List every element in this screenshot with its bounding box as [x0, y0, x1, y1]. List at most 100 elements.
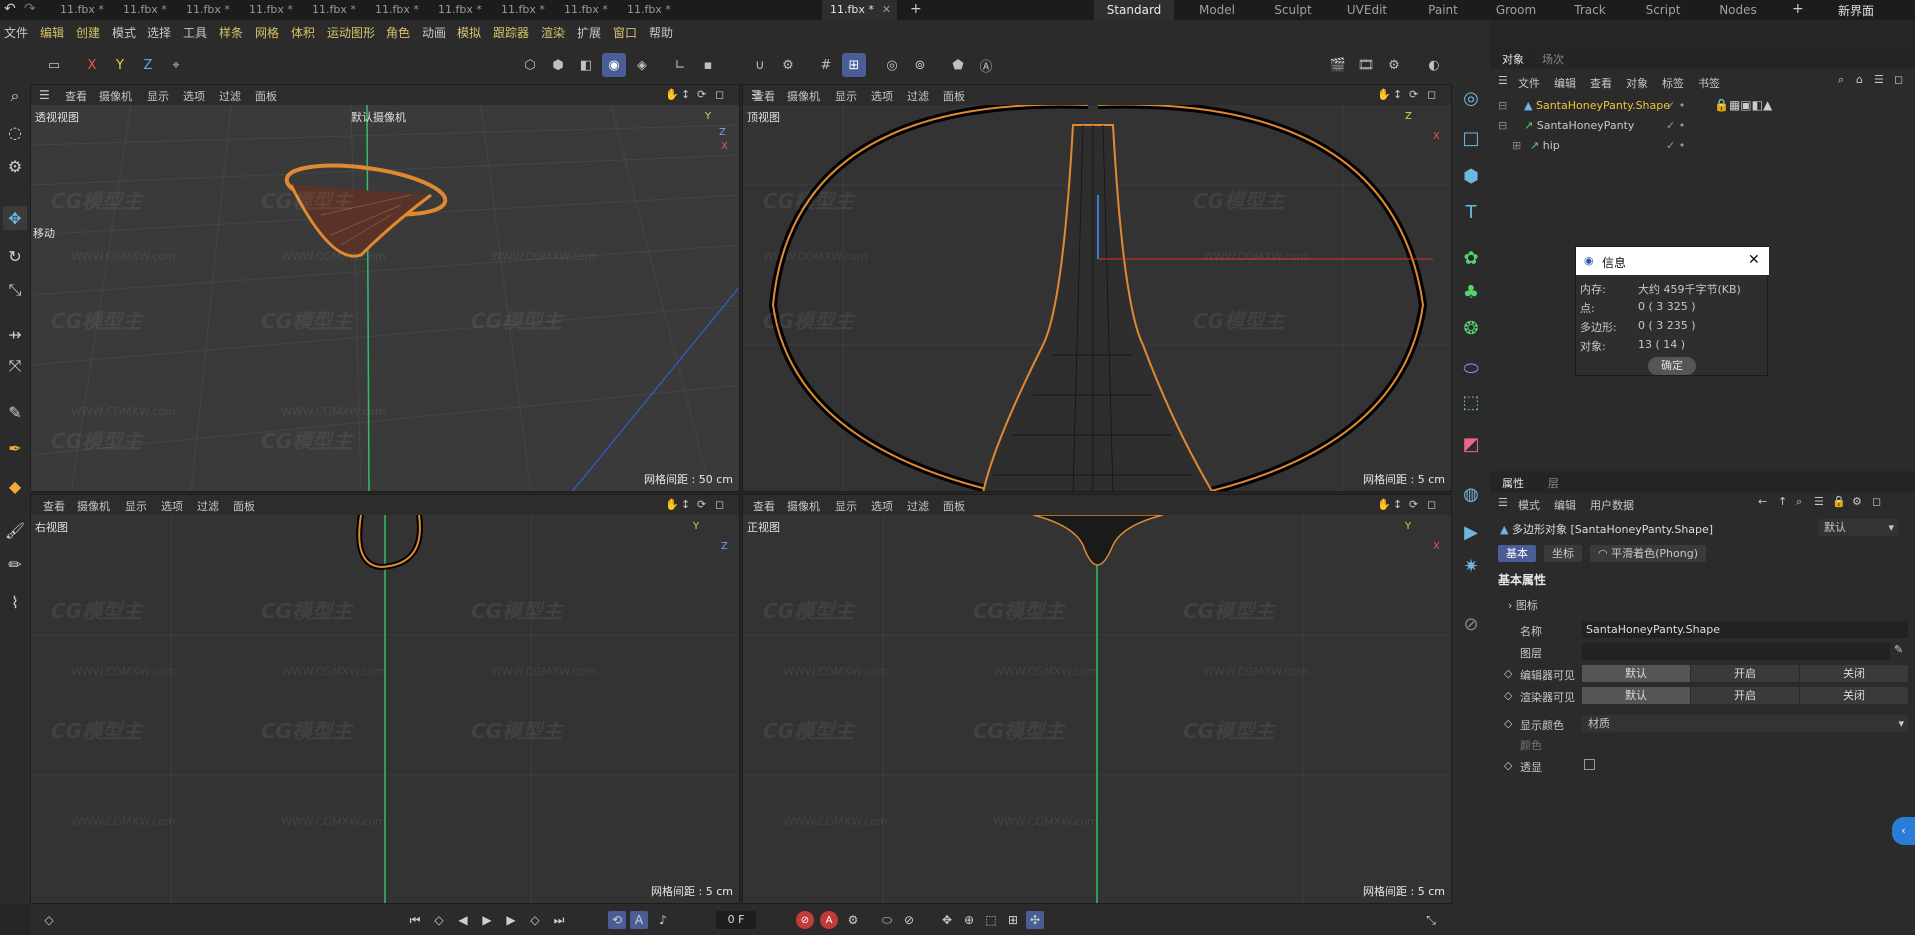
camera-label[interactable]: 默认摄像机 — [351, 109, 406, 125]
tag-icons[interactable]: 🔒▦▣◧▲ — [1714, 98, 1772, 112]
object-tool-icon[interactable]: ⚙ — [3, 154, 27, 178]
file-tab[interactable]: 11.fbx * — [619, 0, 671, 20]
objects-menu-view[interactable]: 查看 — [1590, 75, 1612, 91]
menu-window[interactable]: 窗口 — [613, 20, 637, 47]
paint-brush-icon[interactable]: 🖌 — [3, 518, 27, 542]
tab-attributes[interactable]: 属性 — [1502, 475, 1524, 491]
vp-menu-camera[interactable]: 摄像机 — [99, 88, 132, 104]
menu-mograph[interactable]: 运动图形 — [327, 20, 375, 47]
layout-groom[interactable]: Groom — [1480, 0, 1552, 20]
vp-menu-panel[interactable]: 面板 — [255, 88, 277, 104]
workplane-icon[interactable]: ⊞ — [842, 53, 866, 77]
sculpt-icon[interactable]: ✏ — [3, 552, 27, 576]
render-queue-icon[interactable]: ⚙ — [1382, 53, 1406, 77]
objects-menu-bookmarks[interactable]: 书签 — [1698, 75, 1720, 91]
preset-select[interactable]: 默认 ▾ — [1818, 519, 1898, 536]
menu-file[interactable]: 文件 — [4, 20, 28, 47]
render-settings-icon[interactable]: 🎞 — [1354, 53, 1378, 77]
objects-menu-edit[interactable]: 编辑 — [1554, 75, 1576, 91]
file-tab[interactable]: 11.fbx * — [367, 0, 419, 20]
knife-icon[interactable]: ⌇ — [3, 590, 27, 614]
menu-spline[interactable]: 样条 — [219, 20, 243, 47]
diamond-icon[interactable]: ◇ — [40, 911, 58, 929]
vp-menu-view[interactable]: 查看 — [753, 498, 775, 514]
goto-end-icon[interactable]: ⏭ — [550, 911, 568, 929]
vp-menu-view[interactable]: 查看 — [753, 88, 775, 104]
menu-extensions[interactable]: 扩展 — [577, 20, 601, 47]
tab-takes[interactable]: 场次 — [1542, 51, 1564, 67]
layer-field[interactable] — [1582, 643, 1890, 660]
attr-menu-edit[interactable]: 编辑 — [1554, 497, 1576, 513]
live-selection-icon[interactable]: ◌ — [3, 120, 27, 144]
add-tab-icon[interactable]: + — [910, 1, 922, 17]
polygons-mode-icon[interactable]: ◧ — [574, 53, 598, 77]
render-visible-on[interactable]: 开启 — [1691, 687, 1799, 704]
redshift-icon[interactable]: ◐ — [1422, 53, 1446, 77]
layout-model[interactable]: Model — [1174, 0, 1260, 20]
xray-checkbox[interactable] — [1584, 759, 1595, 770]
vp-menu-options[interactable]: 选项 — [871, 498, 893, 514]
menu-edit[interactable]: 编辑 — [40, 20, 64, 47]
objects-menu-tags[interactable]: 标签 — [1662, 75, 1684, 91]
goto-start-icon[interactable]: ⏮ — [406, 911, 424, 929]
pan-icon[interactable]: ✋ — [665, 88, 679, 101]
rotate-tool-icon[interactable]: ↻ — [3, 244, 27, 268]
pan-icon[interactable]: ✋ — [665, 498, 679, 511]
layout-paint[interactable]: Paint — [1408, 0, 1478, 20]
deformer-icon[interactable]: ⬭ — [1457, 354, 1485, 382]
preview-range-icon[interactable]: A — [630, 911, 648, 929]
cube-icon[interactable]: ⬢ — [1457, 162, 1485, 190]
autokey-icon[interactable]: A — [820, 911, 838, 929]
dolly-icon[interactable]: ↕ — [681, 88, 690, 101]
menu-select[interactable]: 选择 — [147, 20, 171, 47]
field-icon[interactable]: ⬚ — [1457, 388, 1485, 416]
prev-frame-icon[interactable]: ◀ — [454, 911, 472, 929]
hamburger-icon[interactable]: ☰ — [1498, 74, 1508, 87]
tag-icon[interactable]: ⊘ — [1457, 610, 1485, 638]
orbit-icon[interactable]: ⟳ — [1409, 88, 1418, 101]
menu-volume[interactable]: 体积 — [291, 20, 315, 47]
new-interface-button[interactable]: 新界面 — [1838, 2, 1874, 19]
keyframe-icon[interactable]: ◇ — [1504, 759, 1512, 772]
expand-icon[interactable]: ⊟ — [1498, 119, 1507, 132]
spline-rectangle-icon[interactable]: □ — [1457, 124, 1485, 152]
front-viewport[interactable]: 查看 摄像机 显示 选项 过滤 面板 ✋ ↕ ⟳ ◻ Y X 正视图 CG模型主… — [742, 494, 1452, 904]
uv-mode-icon[interactable]: ◈ — [630, 53, 654, 77]
keyframe-icon[interactable]: ◇ — [1504, 717, 1512, 730]
pan-icon[interactable]: ✋ — [1377, 498, 1391, 511]
prev-key-icon[interactable]: ◇ — [430, 911, 448, 929]
expand-icon[interactable]: ⊟ — [1498, 99, 1507, 112]
objects-menu-object[interactable]: 对象 — [1626, 75, 1648, 91]
edges-mode-icon[interactable]: ⬢ — [546, 53, 570, 77]
close-icon[interactable]: ✕ — [882, 3, 891, 16]
vp-menu-view[interactable]: 查看 — [65, 88, 87, 104]
grid-snap-icon[interactable]: # — [814, 53, 838, 77]
add-layout-icon[interactable]: + — [1792, 1, 1804, 17]
viewport-solo-icon[interactable]: ▭ — [42, 53, 66, 77]
spline-tools-icon[interactable]: ◆ — [3, 474, 27, 498]
vp-menu-options[interactable]: 选项 — [871, 88, 893, 104]
file-tab[interactable]: 11.fbx * — [556, 0, 608, 20]
close-icon[interactable]: ✕ — [1748, 252, 1760, 268]
visibility-icon[interactable]: ✓ • — [1666, 99, 1685, 112]
key-param-icon[interactable]: ⊕ — [960, 911, 978, 929]
visibility-icon[interactable]: ✓ • — [1666, 119, 1685, 132]
light-icon[interactable]: ✷ — [1457, 552, 1485, 580]
orbit-icon[interactable]: ⟳ — [1409, 498, 1418, 511]
layout-sculpt[interactable]: Sculpt — [1260, 0, 1326, 20]
filter-icon[interactable]: ☰ — [1874, 73, 1884, 86]
orbit-icon[interactable]: ⟳ — [697, 498, 706, 511]
vp-menu-panel[interactable]: 面板 — [233, 498, 255, 514]
coordinate-system-icon[interactable]: ⌖ — [164, 53, 188, 77]
camera-icon[interactable]: ▶ — [1457, 518, 1485, 546]
vp-menu-view[interactable]: 查看 — [43, 498, 65, 514]
expand-icon[interactable]: ⊞ — [1512, 139, 1521, 152]
snap-settings-icon[interactable]: ⚙ — [776, 53, 800, 77]
menu-mesh[interactable]: 网格 — [255, 20, 279, 47]
file-tab-active[interactable]: 11.fbx * ✕ — [822, 0, 897, 20]
keyframe-icon[interactable]: ◇ — [1504, 689, 1512, 702]
hamburger-icon[interactable]: ☰ — [39, 88, 50, 102]
axis-mode-icon[interactable]: ∟ — [668, 53, 692, 77]
back-icon[interactable]: ← — [1758, 495, 1767, 508]
timeline-expand-icon[interactable]: ⤡ — [1422, 911, 1440, 929]
